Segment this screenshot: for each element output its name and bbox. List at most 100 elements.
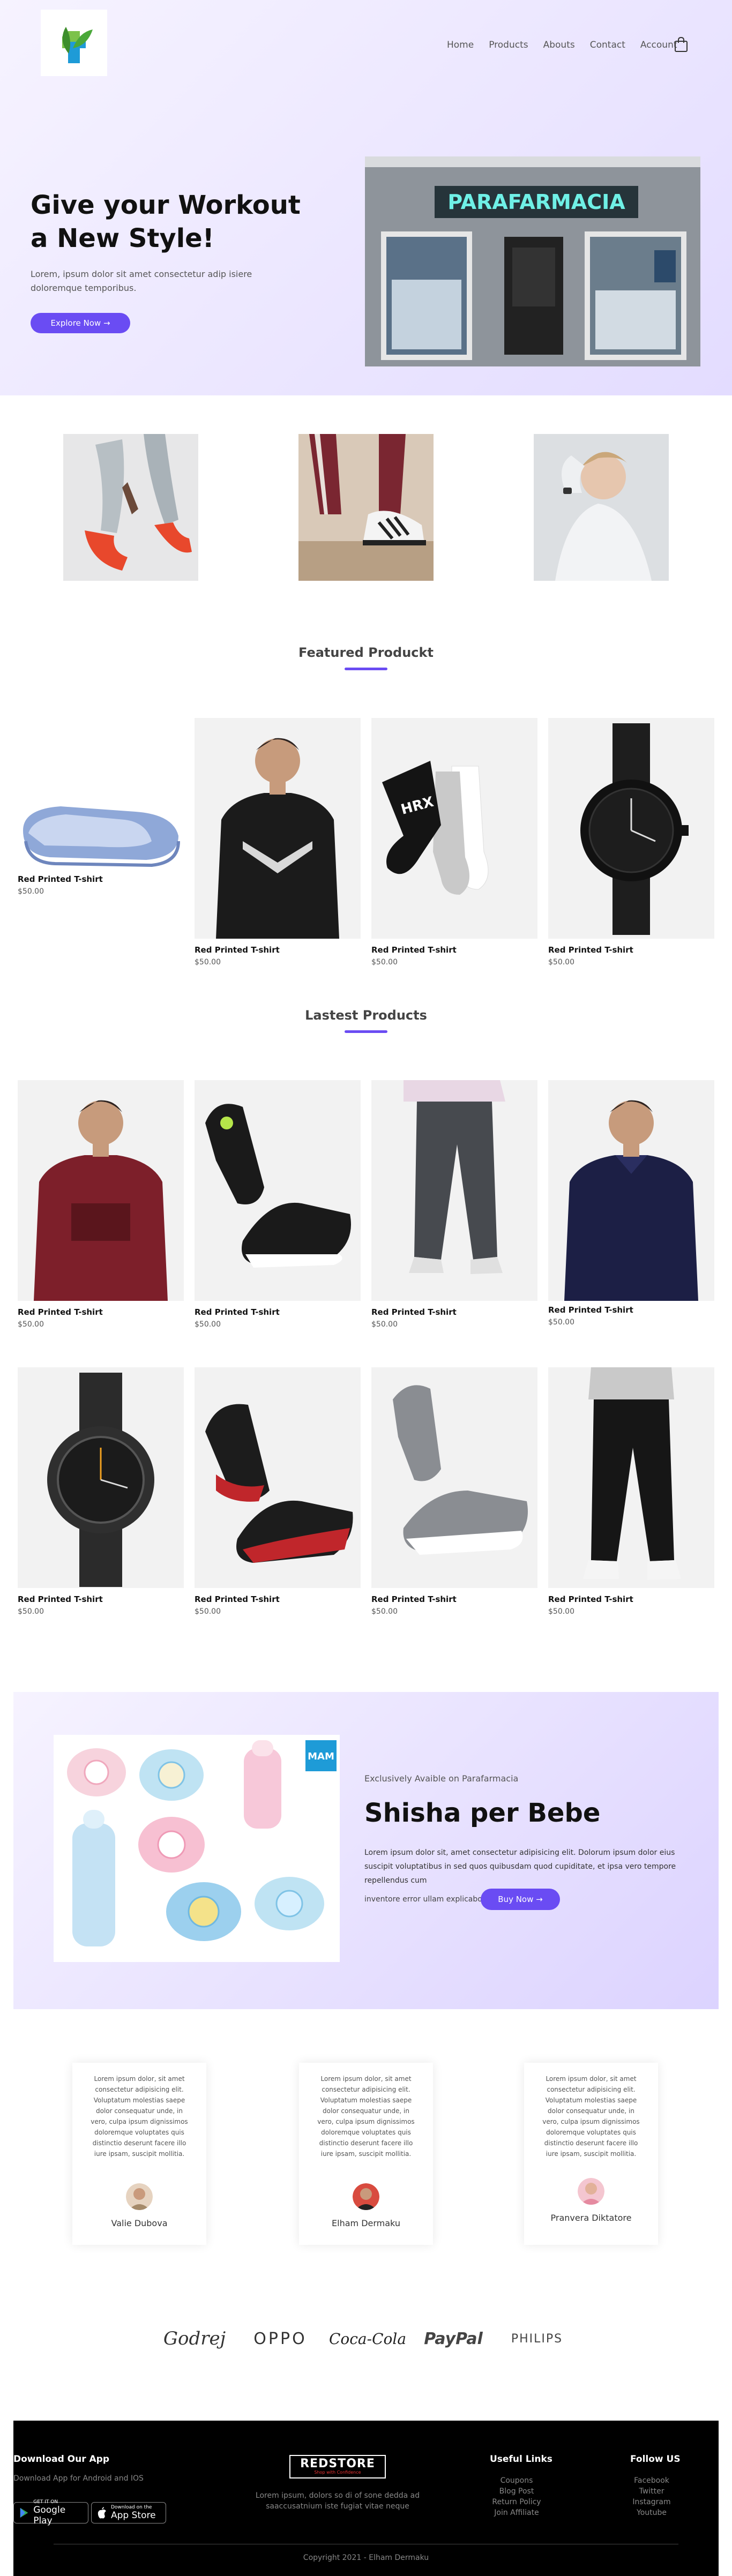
- redstore-logo-text: REDSTORE: [300, 2457, 375, 2470]
- follow-us-heading: Follow US: [630, 2454, 681, 2465]
- store-sign-text: PARAFARMACIA: [447, 190, 625, 214]
- app-store-badge[interactable]: Download on the App Store: [91, 2502, 166, 2523]
- product-image-sport-watch: [18, 1367, 184, 1588]
- product-card[interactable]: [548, 1080, 714, 1301]
- social-link-youtube[interactable]: Youtube: [619, 2507, 684, 2518]
- nav-account[interactable]: Account: [640, 40, 677, 50]
- offer-description: Lorem ipsum dolor sit, amet consectetur …: [364, 1848, 676, 1885]
- footer-link-blog-post[interactable]: Blog Post: [484, 2486, 549, 2497]
- product-card[interactable]: HRX: [371, 718, 537, 939]
- product-name[interactable]: Red Printed T-shirt: [18, 874, 103, 884]
- product-name[interactable]: Red Printed T-shirt: [195, 1594, 280, 1604]
- testimonial-card: Lorem ipsum dolor, sit amet consectetur …: [299, 2063, 433, 2245]
- footer-link-return-policy[interactable]: Return Policy: [484, 2497, 549, 2507]
- useful-links-list: Coupons Blog Post Return Policy Join Aff…: [484, 2475, 549, 2518]
- social-link-instagram[interactable]: Instagram: [619, 2497, 684, 2507]
- product-name[interactable]: Red Printed T-shirt: [195, 1307, 280, 1317]
- social-links-list: Facebook Twitter Instagram Youtube: [619, 2475, 684, 2518]
- product-card[interactable]: [18, 1080, 184, 1301]
- product-card[interactable]: [195, 1367, 361, 1588]
- buy-now-button[interactable]: Buy Now →: [481, 1889, 560, 1910]
- hero-title: Give your Workout a New Style!: [31, 190, 301, 253]
- nav-home[interactable]: Home: [447, 40, 474, 50]
- product-image-grey-joggers: [371, 1080, 537, 1301]
- brand-logo-godrej: Godrej: [163, 2328, 226, 2349]
- product-name[interactable]: Red Printed T-shirt: [18, 1307, 103, 1317]
- product-name[interactable]: Red Printed T-shirt: [548, 1594, 633, 1604]
- product-name[interactable]: Red Printed T-shirt: [548, 945, 633, 955]
- category-image-sneakers-red[interactable]: [63, 434, 198, 581]
- redstore-logo-tagline: Shop with Confidence: [314, 2470, 361, 2475]
- product-image-black-watch: [548, 718, 714, 939]
- app-store-label: App Store: [111, 2510, 156, 2521]
- product-image-maroon-tshirt: [18, 1080, 184, 1301]
- download-app-text: Download App for Android and IOS: [13, 2474, 144, 2483]
- product-price: $50.00: [195, 1607, 221, 1616]
- product-card[interactable]: [371, 1080, 537, 1301]
- product-name[interactable]: Red Printed T-shirt: [371, 1594, 457, 1604]
- avatar: [353, 2183, 379, 2210]
- shopping-bag-icon[interactable]: [674, 36, 688, 53]
- nav-products[interactable]: Products: [489, 40, 528, 50]
- product-name[interactable]: Red Printed T-shirt: [371, 1307, 457, 1317]
- product-card[interactable]: [18, 1367, 184, 1588]
- nav-contact[interactable]: Contact: [590, 40, 625, 50]
- product-name[interactable]: Red Printed T-shirt: [195, 945, 280, 955]
- category-image-sport-woman[interactable]: [534, 434, 669, 581]
- product-price: $50.00: [195, 1320, 221, 1329]
- product-price: $50.00: [371, 1320, 398, 1329]
- product-card[interactable]: [371, 1367, 537, 1588]
- category-image-adidas-sneaker[interactable]: [298, 434, 434, 581]
- social-link-twitter[interactable]: Twitter: [619, 2486, 684, 2497]
- footer-link-join-affiliate[interactable]: Join Affiliate: [484, 2507, 549, 2518]
- offer-tagline: Exclusively Avaible on Parafarmacia: [364, 1773, 519, 1784]
- product-image-navy-polo: [548, 1080, 714, 1301]
- product-card[interactable]: [548, 718, 714, 939]
- brand-logo-coca-cola: Coca-Cola: [328, 2330, 407, 2348]
- product-price: $50.00: [18, 1320, 44, 1329]
- product-image-grey-slip-on: [371, 1367, 537, 1588]
- apple-icon: [98, 2507, 106, 2519]
- testimonial-card: Lorem ipsum dolor, sit amet consectetur …: [524, 2063, 658, 2245]
- brand-logo-philips: PHILIPS: [511, 2332, 563, 2346]
- social-link-facebook[interactable]: Facebook: [619, 2475, 684, 2486]
- google-play-label: Google Play: [33, 2505, 66, 2526]
- product-card[interactable]: [195, 718, 361, 939]
- testimonial-quote: Lorem ipsum dolor, sit amet consectetur …: [542, 2075, 640, 2158]
- testimonial-name: Elham Dermaku: [332, 2218, 400, 2228]
- product-card[interactable]: [195, 1080, 361, 1301]
- testimonial-quote: Lorem ipsum dolor, sit amet consectetur …: [317, 2075, 415, 2158]
- product-image-red-black-sneakers: [195, 1367, 361, 1588]
- avatar: [578, 2178, 604, 2205]
- product-name[interactable]: Red Printed T-shirt: [371, 945, 457, 955]
- mam-badge-text: MAM: [308, 1751, 334, 1762]
- main-nav: Home Products Abouts Contact Account: [447, 40, 677, 50]
- featured-section-title: Featured Produckt: [298, 645, 434, 660]
- offer-title: Shisha per Bebe: [364, 1798, 601, 1828]
- offer-note: inventore error ullam explicabo: [364, 1895, 482, 1904]
- product-card[interactable]: [548, 1367, 714, 1588]
- google-play-caption: GET IT ON: [33, 2499, 58, 2505]
- google-play-badge[interactable]: GET IT ON Google Play: [13, 2499, 88, 2526]
- nav-abouts[interactable]: Abouts: [543, 40, 575, 50]
- product-price: $50.00: [371, 958, 398, 967]
- site-logo[interactable]: [41, 10, 107, 76]
- pharmacy-logo-icon: [62, 27, 93, 63]
- offer-image-baby-products[interactable]: MAM: [54, 1735, 340, 1962]
- product-image-black-sneakers: [195, 1080, 361, 1301]
- redstore-logo[interactable]: REDSTORE Shop with Confidence: [289, 2455, 386, 2478]
- product-price: $50.00: [371, 1607, 398, 1616]
- testimonial-card: Lorem ipsum dolor, sit amet consectetur …: [72, 2063, 206, 2245]
- product-name[interactable]: Red Printed T-shirt: [548, 1305, 633, 1315]
- product-price: $50.00: [548, 958, 574, 967]
- useful-links-heading: Useful Links: [490, 2454, 552, 2465]
- featured-title-underline: [345, 668, 387, 670]
- product-price: $50.00: [195, 958, 221, 967]
- latest-section-title: Lastest Products: [305, 1008, 427, 1023]
- product-image-slipper[interactable]: [18, 782, 184, 879]
- testimonial-quote: Lorem ipsum dolor, sit amet consectetur …: [91, 2075, 188, 2158]
- explore-now-button[interactable]: Explore Now →: [31, 313, 130, 333]
- product-price: $50.00: [18, 887, 44, 896]
- footer-link-coupons[interactable]: Coupons: [484, 2475, 549, 2486]
- product-name[interactable]: Red Printed T-shirt: [18, 1594, 103, 1604]
